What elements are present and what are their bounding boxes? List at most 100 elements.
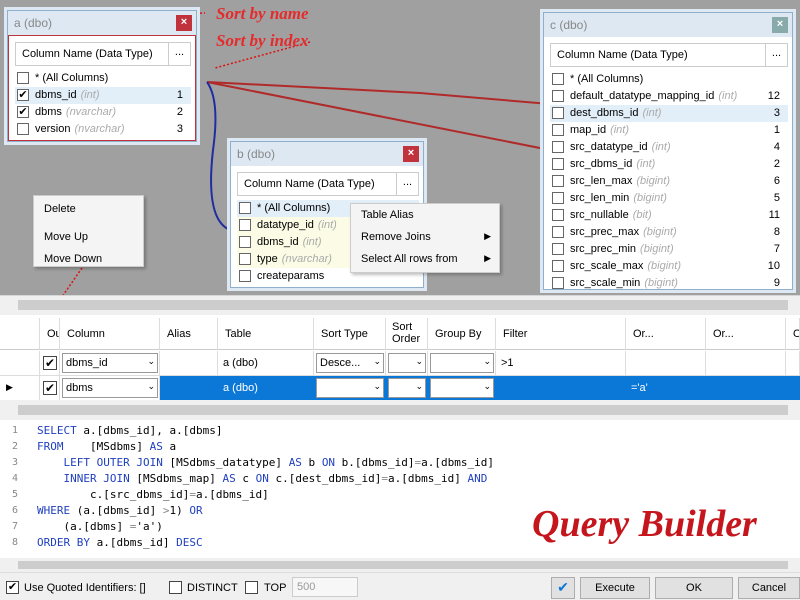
column-dropdown[interactable]: dbms_id ⌄	[62, 353, 158, 373]
checkbox[interactable]	[552, 226, 564, 238]
column-row[interactable]: src_nullable (bit) 11	[550, 207, 788, 224]
column-row[interactable]: ✔ dbms_id (int) 1	[15, 87, 191, 104]
menu-item-delete[interactable]: Delete	[34, 198, 143, 220]
table-window-c[interactable]: c (dbo) × Column Name (Data Type)... * (…	[543, 12, 793, 290]
scrollbar-thumb[interactable]	[18, 405, 788, 415]
checkbox[interactable]	[17, 123, 29, 135]
sort-type-cell[interactable]: Desce... ⌄	[314, 351, 386, 376]
grid-header[interactable]: Or...	[626, 318, 706, 350]
group-by-cell[interactable]: ⌄	[428, 351, 496, 376]
column-row[interactable]: src_datatype_id (int) 4	[550, 139, 788, 156]
table-window-a[interactable]: a (dbo) × Column Name (Data Type)... * (…	[7, 10, 197, 142]
or-cell[interactable]: ='a'	[626, 376, 706, 401]
column-cell[interactable]: dbms ⌄	[60, 376, 160, 401]
grid-header[interactable]: Ou	[40, 318, 60, 350]
checkbox[interactable]	[552, 158, 564, 170]
column-dropdown[interactable]: dbms ⌄	[62, 378, 158, 398]
column-header[interactable]: Column Name (Data Type)...	[550, 43, 788, 67]
checkbox[interactable]	[552, 175, 564, 187]
diagram-canvas[interactable]: a (dbo) × Column Name (Data Type)... * (…	[0, 0, 800, 295]
checkbox[interactable]	[552, 192, 564, 204]
column-row[interactable]: src_scale_min (bigint) 9	[550, 275, 788, 292]
sql-line[interactable]: (a.[dbms] ='a')	[37, 520, 162, 533]
sort-order-dropdown[interactable]: ⌄	[388, 378, 426, 398]
row-indicator[interactable]	[0, 351, 40, 376]
column-row[interactable]: src_len_min (bigint) 5	[550, 190, 788, 207]
sql-line[interactable]: INNER JOIN [MSdbms_map] AS c ON c.[dest_…	[37, 472, 488, 485]
group-by-cell[interactable]: ⌄	[428, 376, 496, 401]
or-cell[interactable]	[706, 376, 786, 401]
checkbox[interactable]	[552, 260, 564, 272]
or-cell[interactable]	[626, 351, 706, 376]
menu-item-move-up[interactable]: Move Up	[34, 226, 143, 248]
checkbox[interactable]	[239, 270, 251, 282]
sort-order-cell[interactable]: ⌄	[386, 376, 428, 401]
close-icon[interactable]: ×	[403, 146, 419, 162]
sql-line[interactable]: c.[src_dbms_id]=a.[dbms_id]	[37, 488, 269, 501]
output-cell[interactable]: ✔	[40, 351, 60, 376]
column-row[interactable]: ✔ dbms (nvarchar) 2	[15, 104, 191, 121]
more-button[interactable]: ...	[765, 43, 787, 67]
sort-type-cell[interactable]: ⌄	[314, 376, 386, 401]
table-cell[interactable]: a (dbo)	[218, 351, 314, 376]
grid-scrollbar[interactable]	[0, 400, 800, 420]
sql-line[interactable]: LEFT OUTER JOIN [MSdbms_datatype] AS b O…	[37, 456, 495, 469]
sort-type-dropdown[interactable]: Desce... ⌄	[316, 353, 384, 373]
checkbox[interactable]	[552, 209, 564, 221]
column-row[interactable]: map_id (int) 1	[550, 122, 788, 139]
grid-header[interactable]: Filter	[496, 318, 626, 350]
table-a-title[interactable]: a (dbo)	[8, 11, 196, 35]
checkbox[interactable]	[552, 73, 564, 85]
column-row[interactable]: dest_dbms_id (int) 3	[550, 105, 788, 122]
scrollbar-thumb[interactable]	[18, 300, 788, 310]
canvas-scrollbar[interactable]	[0, 295, 800, 315]
grid-header[interactable]: Sort Type	[314, 318, 386, 350]
ok-button[interactable]: OK	[655, 577, 733, 599]
sort-order-dropdown[interactable]: ⌄	[388, 353, 426, 373]
sql-scrollbar[interactable]	[0, 558, 800, 572]
row-indicator[interactable]: ▶	[0, 376, 40, 401]
top-value-input[interactable]: 500	[292, 577, 358, 597]
menu-item-table-alias[interactable]: Table Alias	[351, 204, 499, 226]
grid-header[interactable]: Sort Order	[386, 318, 428, 350]
filter-cell[interactable]: >1	[496, 351, 626, 376]
quoted-identifiers-checkbox[interactable]: ✔	[6, 581, 19, 594]
checkbox[interactable]	[239, 236, 251, 248]
table-cell[interactable]: a (dbo)	[218, 376, 314, 401]
column-row[interactable]: src_prec_min (bigint) 7	[550, 241, 788, 258]
output-checkbox[interactable]: ✔	[43, 356, 57, 370]
checkbox[interactable]	[239, 253, 251, 265]
filter-cell[interactable]	[496, 376, 626, 401]
column-row[interactable]: src_scale_max (bigint) 10	[550, 258, 788, 275]
grid-header[interactable]: Column	[60, 318, 160, 350]
more-button[interactable]: ...	[168, 42, 190, 66]
checkbox[interactable]	[552, 124, 564, 136]
or-cell[interactable]	[786, 351, 800, 376]
checkbox[interactable]	[552, 107, 564, 119]
checkbox[interactable]	[552, 243, 564, 255]
group-by-dropdown[interactable]: ⌄	[430, 378, 494, 398]
column-row[interactable]: default_datatype_mapping_id (int) 12	[550, 88, 788, 105]
more-button[interactable]: ...	[396, 172, 418, 196]
column-row[interactable]: src_dbms_id (int) 2	[550, 156, 788, 173]
checkbox[interactable]	[552, 141, 564, 153]
column-row[interactable]: version (nvarchar) 3	[15, 121, 191, 138]
column-row[interactable]: * (All Columns)	[550, 71, 788, 88]
grid-header[interactable]: Group By	[428, 318, 496, 350]
grid-header[interactable]: Or	[786, 318, 800, 350]
column-row[interactable]: src_prec_max (bigint) 8	[550, 224, 788, 241]
cancel-button[interactable]: Cancel	[738, 577, 800, 599]
checkbox[interactable]: ✔	[17, 106, 29, 118]
distinct-checkbox[interactable]	[169, 581, 182, 594]
top-checkbox[interactable]	[245, 581, 258, 594]
column-header[interactable]: Column Name (Data Type)...	[237, 172, 419, 196]
grid-header[interactable]: Alias	[160, 318, 218, 350]
sql-line[interactable]: FROM [MSdbms] AS a	[37, 440, 176, 453]
output-checkbox[interactable]: ✔	[43, 381, 57, 395]
column-cell[interactable]: dbms_id ⌄	[60, 351, 160, 376]
checkbox[interactable]: ✔	[17, 89, 29, 101]
close-icon[interactable]: ×	[176, 15, 192, 31]
table-b-title[interactable]: b (dbo)	[231, 142, 423, 166]
checkbox[interactable]	[552, 90, 564, 102]
menu-item-select-all-rows[interactable]: Select All rows from ▶	[351, 248, 499, 270]
